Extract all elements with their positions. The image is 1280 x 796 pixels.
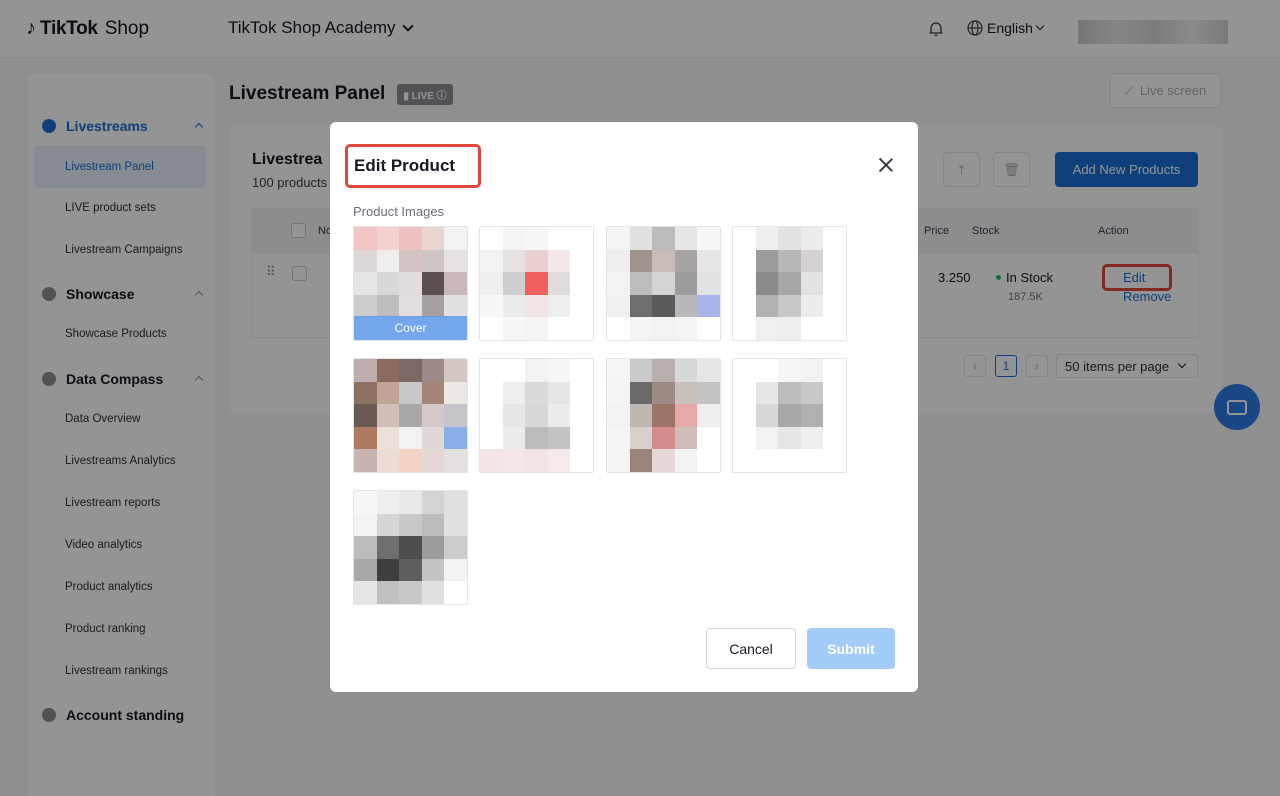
cancel-button[interactable]: Cancel: [706, 628, 796, 669]
product-image-thumb[interactable]: [606, 226, 721, 341]
product-image-thumb[interactable]: [732, 358, 847, 473]
submit-button[interactable]: Submit: [807, 628, 895, 669]
product-image-thumb[interactable]: [606, 358, 721, 473]
close-icon[interactable]: [878, 157, 894, 173]
modal-title: Edit Product: [345, 144, 481, 188]
product-images-label: Product Images: [353, 204, 445, 219]
edit-product-modal: Edit Product Product Images Cover Cancel…: [330, 122, 918, 692]
product-image-thumb[interactable]: [479, 358, 594, 473]
product-image-thumb[interactable]: [353, 490, 468, 605]
product-image-thumb[interactable]: [479, 226, 594, 341]
product-image-thumb[interactable]: Cover: [353, 226, 468, 341]
product-image-thumb[interactable]: [353, 358, 468, 473]
cover-label: Cover: [354, 316, 467, 340]
product-image-thumb[interactable]: [732, 226, 847, 341]
